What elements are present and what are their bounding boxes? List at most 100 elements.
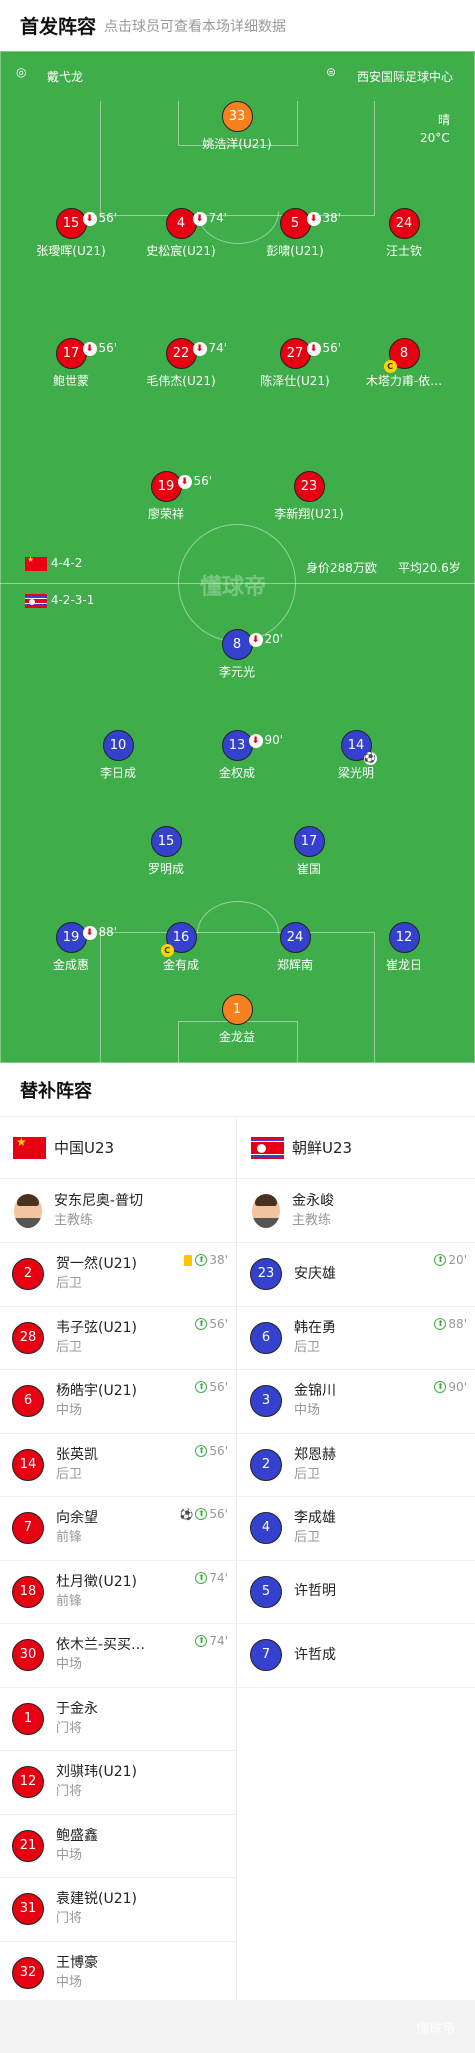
player-home-10[interactable]: 23 李新翔(U21)	[244, 471, 374, 522]
sub-off-indicator: ⬇ 88'	[82, 918, 117, 947]
player-name: 梁光明	[337, 766, 374, 780]
player-number-text: 33	[228, 109, 246, 124]
footer: 懂球帝	[0, 2000, 475, 2053]
player-away-10[interactable]: 1 金龙益	[172, 994, 302, 1045]
sub-off-indicator: ⬇ 56'	[82, 204, 117, 233]
substitute-row[interactable]: 30 依木兰-买买… 中场 ⬆ 74'	[0, 1624, 236, 1688]
player-number-text: 21	[19, 1837, 37, 1853]
player-away-9[interactable]: 12 崔龙日	[339, 922, 469, 973]
player-number: 2	[250, 1448, 282, 1481]
player-home-6[interactable]: 22 ⬇ 74' 毛伟杰(U21)	[116, 338, 246, 389]
away-formation: 4-2-3-1	[25, 593, 94, 608]
player-home-8[interactable]: 8 C 木塔力甫-依…	[339, 338, 469, 389]
sub-on-info: ⬆ 88'	[434, 1317, 467, 1331]
player-away-7[interactable]: 16 C 金有成	[116, 922, 246, 973]
china-flag-icon	[25, 555, 47, 571]
player-away-1[interactable]: 10 李日成	[53, 730, 183, 781]
player-name: 金锦川	[294, 1383, 336, 1400]
player-number: 10	[102, 730, 134, 761]
sub-on-time: 20'	[448, 1253, 467, 1267]
substitute-row[interactable]: 2 贺一然(U21) 后卫 ⬆ 38'	[0, 1243, 236, 1307]
footer-watermark: 懂球帝	[415, 2022, 455, 2037]
player-name: 罗明成	[147, 862, 184, 876]
sub-on-icon: ⬆	[434, 1381, 447, 1393]
player-name: 王博豪	[56, 1954, 98, 1971]
sub-on-icon: ⬆	[434, 1317, 447, 1330]
sub-on-time: 56'	[209, 1380, 228, 1394]
away-formation-text: 4-2-3-1	[50, 593, 95, 607]
substitute-row[interactable]: 12 刘骐玮(U21) 门将	[0, 1751, 236, 1815]
goal-ball-icon: ⚽	[179, 1507, 194, 1521]
player-name: 金龙益	[218, 1030, 255, 1044]
substitute-row[interactable]: 6 韩在勇 后卫 ⬆ 88'	[238, 1307, 475, 1370]
temperature-label: 20°C	[420, 131, 450, 145]
player-name: 崔龙日	[385, 958, 422, 972]
player-number: 5	[250, 1575, 282, 1608]
player-away-3[interactable]: 14 ⚽ 梁光明	[291, 730, 421, 781]
substitute-row[interactable]: 3 金锦川 中场 ⬆ 90'	[238, 1370, 475, 1434]
substitute-row[interactable]: 2 郑恩赫 后卫	[238, 1434, 475, 1497]
player-position: 后卫	[56, 1276, 83, 1292]
sub-on-icon: ⬆	[195, 1508, 208, 1520]
yellow-card-icon	[184, 1254, 193, 1266]
player-home-4[interactable]: 24 汪士钦	[339, 208, 469, 259]
player-number-text: 8	[232, 637, 242, 652]
home-formation: 4-4-2	[25, 555, 82, 571]
player-name: 杜月徵(U21)	[56, 1573, 137, 1590]
player-number: 14	[12, 1448, 44, 1481]
substitute-row[interactable]: 4 李成雄 后卫	[238, 1497, 475, 1561]
sub-time: 56'	[98, 341, 118, 355]
away-team-name: 朝鲜U23	[292, 1139, 353, 1157]
player-number-text: 4	[261, 1520, 271, 1536]
player-position: 中场	[56, 1657, 83, 1673]
sub-time: 74'	[208, 211, 228, 225]
player-away-4[interactable]: 15 罗明成	[101, 826, 231, 877]
player-away-2[interactable]: 13 ⬇ 90' 金权成	[172, 730, 302, 781]
player-number-text: 27	[286, 346, 304, 361]
substitute-row[interactable]: 6 杨皓宇(U21) 中场 ⬆ 56'	[0, 1370, 236, 1434]
player-name: 廖荣祥	[147, 507, 184, 521]
sub-on-info: ⬆ 56'	[195, 1444, 228, 1458]
substitute-row[interactable]: 14 张英凯 后卫 ⬆ 56'	[0, 1434, 236, 1497]
player-position: 中场	[56, 1403, 83, 1419]
home-coach-row[interactable]: 安东尼奥-普切 主教练	[0, 1179, 236, 1243]
player-name: 史松宸(U21)	[146, 244, 216, 258]
substitute-row[interactable]: 5 许哲明	[238, 1561, 475, 1624]
sub-on-time: 56'	[209, 1443, 228, 1458]
player-home-2[interactable]: 4 ⬇ 74' 史松宸(U21)	[116, 208, 246, 259]
player-name: 金有成	[162, 958, 199, 972]
substitute-row[interactable]: 28 韦子弦(U21) 后卫 ⬆ 56'	[0, 1307, 236, 1370]
substitute-row[interactable]: 18 杜月徵(U21) 前锋 ⬆ 74'	[0, 1561, 236, 1624]
substitute-row[interactable]: 31 袁建锐(U21) 门将	[0, 1878, 236, 1942]
substitute-row[interactable]: 23 安庆雄 ⬆ 20'	[238, 1243, 475, 1307]
substitute-row[interactable]: 7 向余望 前锋 ⚽ ⬆ 56'	[0, 1497, 236, 1561]
sub-on-info: ⬆ 56'	[195, 1317, 228, 1331]
player-name: 汪士钦	[385, 244, 422, 258]
substitute-row[interactable]: 7 许哲成	[238, 1624, 475, 1688]
player-number-text: 1	[23, 1710, 33, 1726]
player-number-text: 17	[62, 346, 80, 361]
away-coach-row[interactable]: 金永峻 主教练	[238, 1179, 475, 1243]
sub-off-indicator: ⬇ 74'	[192, 334, 227, 363]
sub-off-indicator: ⬇ 20'	[248, 625, 283, 654]
sub-on-icon: ⬆	[195, 1571, 208, 1584]
coach-name: 金永峻	[292, 1192, 334, 1209]
player-name: 鲍盛鑫	[56, 1827, 98, 1844]
sub-on-info: ⬆ 74'	[195, 1571, 228, 1585]
player-number-text: 23	[300, 479, 318, 494]
substitute-row[interactable]: 32 王博豪 中场	[0, 1942, 236, 2005]
player-home-9[interactable]: 19 ⬇ 56' 廖荣祥	[101, 471, 231, 522]
player-home-0[interactable]: 33 姚浩洋(U21)	[172, 101, 302, 152]
player-away-5[interactable]: 17 崔国	[244, 826, 374, 877]
substitute-row[interactable]: 1 于金永 门将	[0, 1688, 236, 1751]
substitute-row[interactable]: 21 鲍盛鑫 中场	[0, 1815, 236, 1878]
player-number-text: 10	[109, 738, 127, 753]
player-away-0[interactable]: 8 ⬇ 20' 李元光	[172, 629, 302, 680]
football-pitch: ◎ 戴弋龙 ⊜ 西安国际足球中心 晴 20°C 懂球帝 4-4-2 身价288万…	[0, 51, 475, 1063]
player-number-text: 31	[19, 1901, 37, 1917]
player-number-text: 7	[23, 1520, 33, 1536]
referee-name: 戴弋龙	[47, 70, 84, 84]
player-number: 17 ⬇ 56'	[55, 338, 117, 369]
player-name: 贺一然(U21)	[56, 1256, 137, 1273]
player-number: 22 ⬇ 74'	[165, 338, 227, 369]
